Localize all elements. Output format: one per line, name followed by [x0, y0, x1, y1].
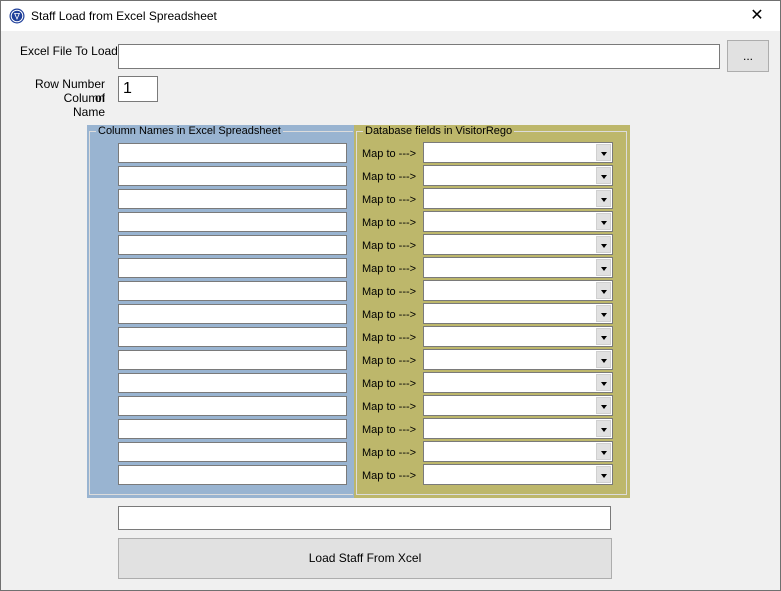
column-name-field[interactable]: [118, 465, 347, 485]
db-field-dropdown[interactable]: [423, 395, 613, 416]
column-name-field[interactable]: [118, 166, 347, 186]
map-to-label: Map to --->: [362, 217, 417, 229]
map-to-label: Map to --->: [362, 240, 417, 252]
chevron-down-icon[interactable]: [596, 213, 611, 230]
chevron-down-icon[interactable]: [596, 351, 611, 368]
db-field-dropdown[interactable]: [423, 303, 613, 324]
status-field[interactable]: [118, 506, 611, 530]
column-name-field[interactable]: [118, 350, 347, 370]
db-field-dropdown[interactable]: [423, 280, 613, 301]
db-field-dropdown[interactable]: [423, 188, 613, 209]
chevron-down-icon[interactable]: [596, 144, 611, 161]
db-field-dropdown[interactable]: [423, 372, 613, 393]
db-field-dropdown[interactable]: [423, 234, 613, 255]
map-to-label: Map to --->: [362, 148, 417, 160]
excel-file-input[interactable]: [118, 44, 720, 69]
map-to-label: Map to --->: [362, 194, 417, 206]
map-to-label: Map to --->: [362, 378, 417, 390]
browse-button[interactable]: ...: [727, 40, 769, 72]
chevron-down-icon[interactable]: [596, 397, 611, 414]
column-name-field[interactable]: [118, 373, 347, 393]
chevron-down-icon[interactable]: [596, 420, 611, 437]
column-name-field[interactable]: [118, 396, 347, 416]
chevron-down-icon[interactable]: [596, 167, 611, 184]
map-to-label: Map to --->: [362, 447, 417, 459]
chevron-down-icon[interactable]: [596, 374, 611, 391]
db-field-dropdown[interactable]: [423, 418, 613, 439]
window-title: Staff Load from Excel Spreadsheet: [31, 9, 217, 23]
column-name-field[interactable]: [118, 235, 347, 255]
database-fields-group-title: Database fields in VisitorRego: [363, 125, 515, 137]
column-name-field[interactable]: [118, 189, 347, 209]
column-name-field[interactable]: [118, 212, 347, 232]
load-staff-button[interactable]: Load Staff From Xcel: [118, 538, 612, 579]
db-field-dropdown[interactable]: [423, 165, 613, 186]
chevron-down-icon[interactable]: [596, 282, 611, 299]
column-names-group-title: Column Names in Excel Spreadsheet: [96, 125, 283, 137]
column-name-field[interactable]: [118, 143, 347, 163]
row-number-label-line2: Column Name: [63, 91, 105, 119]
db-field-dropdown[interactable]: [423, 349, 613, 370]
column-name-field[interactable]: [118, 258, 347, 278]
chevron-down-icon[interactable]: [596, 305, 611, 322]
chevron-down-icon[interactable]: [596, 259, 611, 276]
column-name-field[interactable]: [118, 442, 347, 462]
chevron-down-icon[interactable]: [596, 466, 611, 483]
app-shield-icon: [9, 8, 25, 24]
db-field-dropdown[interactable]: [423, 464, 613, 485]
db-field-dropdown[interactable]: [423, 211, 613, 232]
chevron-down-icon[interactable]: [596, 190, 611, 207]
column-name-field[interactable]: [118, 419, 347, 439]
map-to-label: Map to --->: [362, 309, 417, 321]
db-field-dropdown[interactable]: [423, 142, 613, 163]
map-to-label: Map to --->: [362, 171, 417, 183]
map-to-label: Map to --->: [362, 470, 417, 482]
column-name-field[interactable]: [118, 281, 347, 301]
map-to-label: Map to --->: [362, 355, 417, 367]
map-to-label: Map to --->: [362, 401, 417, 413]
map-to-label: Map to --->: [362, 332, 417, 344]
chevron-down-icon[interactable]: [596, 236, 611, 253]
column-name-field[interactable]: [118, 304, 347, 324]
db-field-dropdown[interactable]: [423, 257, 613, 278]
row-number-input[interactable]: 1: [118, 76, 158, 102]
title-bar[interactable]: Staff Load from Excel Spreadsheet ✕: [1, 1, 780, 31]
chevron-down-icon[interactable]: [596, 328, 611, 345]
excel-file-label: Excel File To Load: [20, 44, 118, 58]
close-button[interactable]: ✕: [734, 1, 780, 31]
chevron-down-icon[interactable]: [596, 443, 611, 460]
map-to-label: Map to --->: [362, 263, 417, 275]
main-window: Staff Load from Excel Spreadsheet ✕ Exce…: [0, 0, 781, 591]
column-name-field[interactable]: [118, 327, 347, 347]
map-to-label: Map to --->: [362, 286, 417, 298]
db-field-dropdown[interactable]: [423, 441, 613, 462]
db-field-dropdown[interactable]: [423, 326, 613, 347]
map-to-label: Map to --->: [362, 424, 417, 436]
